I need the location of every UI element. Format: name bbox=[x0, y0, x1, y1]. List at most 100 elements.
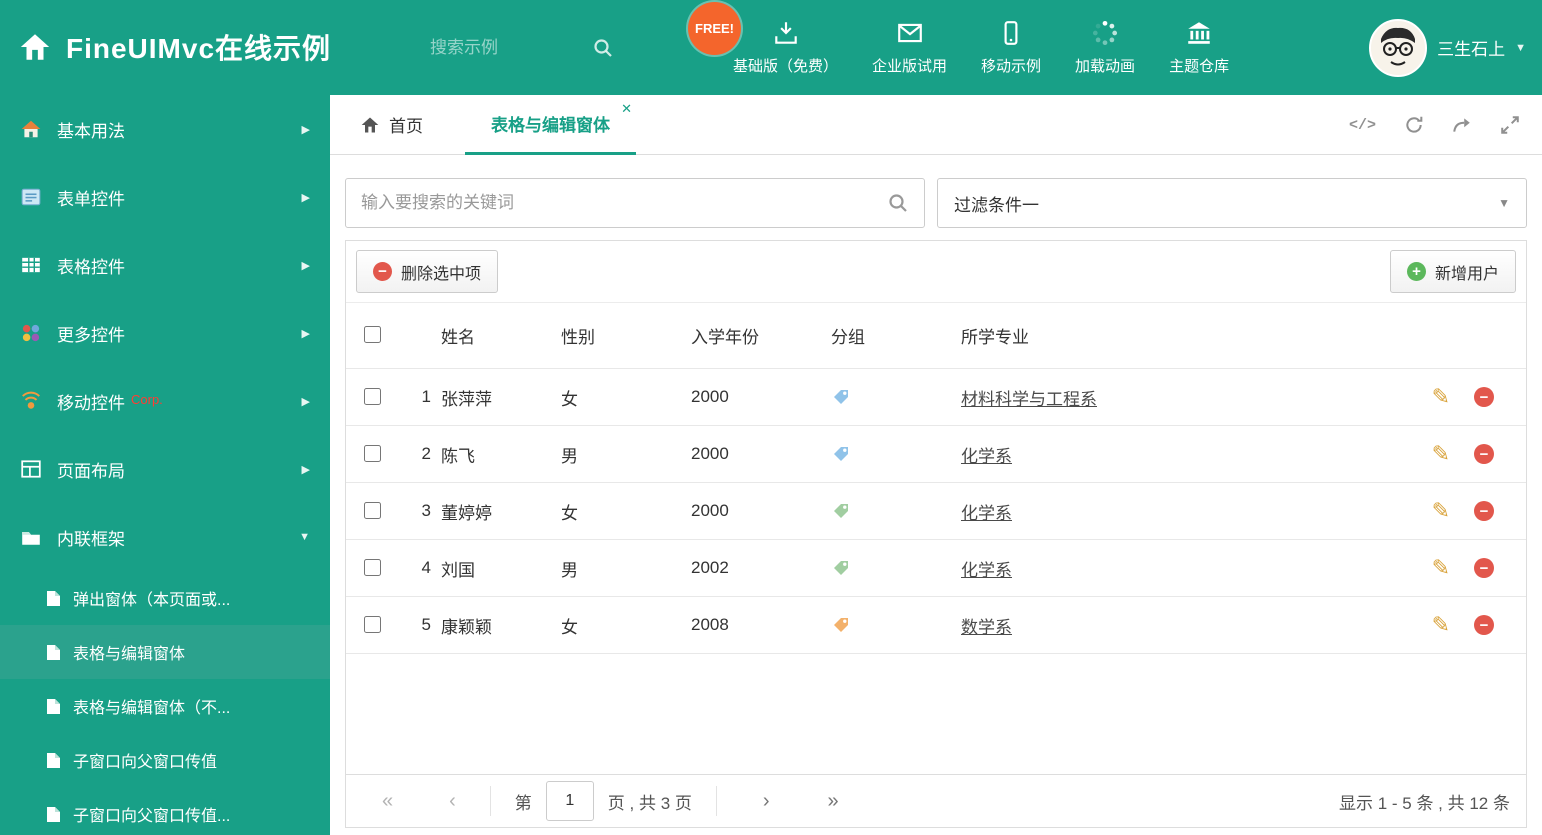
row-checkbox[interactable] bbox=[364, 444, 381, 462]
sidebar-item-more-controls[interactable]: 更多控件 ▶ bbox=[0, 299, 330, 367]
edit-pencil-icon[interactable]: ✎ bbox=[1432, 443, 1450, 465]
edit-pencil-icon[interactable]: ✎ bbox=[1432, 386, 1450, 408]
nav-item-theme-repo[interactable]: 主题仓库 bbox=[1152, 19, 1246, 76]
delete-row-icon[interactable]: − bbox=[1474, 387, 1494, 407]
delete-row-icon[interactable]: − bbox=[1474, 501, 1494, 521]
share-icon[interactable] bbox=[1452, 115, 1472, 135]
add-user-button[interactable]: + 新增用户 bbox=[1389, 250, 1516, 293]
delete-selected-button[interactable]: − 删除选中项 bbox=[356, 250, 499, 293]
select-all-checkbox[interactable] bbox=[364, 326, 381, 343]
tab-active-label: 表格与编辑窗体 bbox=[491, 115, 610, 135]
pager-divider bbox=[715, 786, 717, 816]
tag-icon bbox=[834, 561, 848, 575]
major-link[interactable]: 数学系 bbox=[961, 618, 1012, 637]
user-menu[interactable]: 三生石上 ▼ bbox=[1369, 0, 1526, 95]
row-name: 董婷婷 bbox=[441, 503, 492, 523]
keyword-search-input[interactable] bbox=[346, 193, 887, 213]
file-icon bbox=[47, 590, 60, 606]
sidebar-item-grid-controls[interactable]: 表格控件 ▶ bbox=[0, 231, 330, 299]
sidebar-subitem-child-to-parent-2[interactable]: 子窗口向父窗口传值... bbox=[0, 787, 330, 835]
code-icon[interactable]: </> bbox=[1349, 117, 1376, 134]
table-row: 2 陈飞 男 2000 化学系 ✎ − bbox=[346, 426, 1526, 483]
filter-dropdown[interactable]: 过滤条件一 ▼ bbox=[937, 178, 1527, 228]
tag-icon bbox=[834, 447, 848, 461]
last-page-button[interactable]: » bbox=[828, 791, 839, 811]
sidebar-item-mobile-controls[interactable]: 移动控件 Corp. ▶ bbox=[0, 367, 330, 435]
edit-pencil-icon[interactable]: ✎ bbox=[1432, 557, 1450, 579]
row-number: 4 bbox=[421, 558, 431, 577]
mobile-icon bbox=[1004, 21, 1018, 45]
nav-item-label: 移动示例 bbox=[981, 58, 1042, 75]
prev-page-button[interactable]: ‹ bbox=[449, 791, 456, 811]
delete-row-icon[interactable]: − bbox=[1474, 615, 1494, 635]
home-icon[interactable] bbox=[18, 30, 52, 64]
delete-selected-label: 删除选中项 bbox=[401, 265, 482, 283]
column-header-gender: 性别 bbox=[561, 328, 595, 347]
form-icon bbox=[21, 188, 41, 206]
nav-item-label: 基础版（免费） bbox=[733, 58, 839, 75]
chevron-right-icon: ▶ bbox=[301, 463, 310, 476]
sidebar-subitem-label: 表格与编辑窗体 bbox=[73, 646, 186, 663]
expand-icon[interactable] bbox=[1500, 115, 1520, 135]
refresh-icon[interactable] bbox=[1404, 115, 1424, 135]
sidebar-subitem-label: 表格与编辑窗体（不... bbox=[73, 700, 231, 717]
sidebar-subitem-popup-window[interactable]: 弹出窗体（本页面或... bbox=[0, 571, 330, 625]
grid-panel: − 删除选中项 + 新增用户 姓名 性别 入学年份 分组 所学专业 1 张萍萍 … bbox=[345, 240, 1527, 828]
caret-down-icon: ▼ bbox=[1515, 41, 1526, 54]
first-page-button[interactable]: « bbox=[382, 791, 393, 811]
app-title: FineUIMvc在线示例 bbox=[66, 33, 332, 64]
spinner-icon bbox=[1092, 20, 1118, 46]
header-search-input[interactable] bbox=[428, 36, 578, 59]
file-icon bbox=[47, 806, 60, 822]
sidebar-item-basic-usage[interactable]: 基本用法 ▶ bbox=[0, 95, 330, 163]
tag-icon bbox=[834, 618, 848, 632]
row-name: 陈飞 bbox=[441, 446, 475, 466]
sidebar-subitem-label: 子窗口向父窗口传值 bbox=[73, 754, 218, 771]
row-number: 1 bbox=[421, 387, 431, 406]
delete-row-icon[interactable]: − bbox=[1474, 558, 1494, 578]
table-row: 1 张萍萍 女 2000 材料科学与工程系 ✎ − bbox=[346, 369, 1526, 426]
close-icon[interactable]: ✕ bbox=[621, 101, 632, 117]
tab-actions: </> bbox=[1349, 95, 1520, 155]
major-link[interactable]: 化学系 bbox=[961, 561, 1012, 580]
next-page-button[interactable]: › bbox=[763, 791, 770, 811]
nav-item-label: 企业版试用 bbox=[872, 58, 948, 75]
free-badge: FREE! bbox=[688, 2, 741, 55]
nav-item-mobile-demo[interactable]: 移动示例 bbox=[964, 19, 1058, 76]
tab-bar: 首页 表格与编辑窗体 ✕ </> bbox=[330, 95, 1542, 155]
sidebar-subitem-grid-edit-window[interactable]: 表格与编辑窗体 bbox=[0, 625, 330, 679]
row-year: 2000 bbox=[691, 387, 729, 406]
row-name: 康颖颖 bbox=[441, 617, 492, 637]
download-icon bbox=[774, 22, 797, 44]
sidebar-item-label: 表单控件 bbox=[57, 189, 125, 209]
folder-icon bbox=[22, 532, 40, 545]
table-empty-space bbox=[346, 654, 1526, 774]
row-checkbox[interactable] bbox=[364, 558, 381, 576]
row-checkbox[interactable] bbox=[364, 615, 381, 633]
search-icon[interactable] bbox=[887, 192, 909, 214]
major-link[interactable]: 化学系 bbox=[961, 447, 1012, 466]
row-checkbox[interactable] bbox=[364, 387, 381, 405]
sidebar-item-inline-frame[interactable]: 内联框架 ▼ bbox=[0, 503, 330, 571]
nav-item-loading-animation[interactable]: 加载动画 bbox=[1058, 19, 1152, 76]
major-link[interactable]: 材料科学与工程系 bbox=[961, 390, 1097, 409]
edit-pencil-icon[interactable]: ✎ bbox=[1432, 500, 1450, 522]
chevron-right-icon: ▶ bbox=[301, 395, 310, 408]
nav-item-enterprise-trial[interactable]: 企业版试用 bbox=[855, 19, 964, 76]
search-icon[interactable] bbox=[592, 37, 614, 59]
pagination-summary: 显示 1 - 5 条 , 共 12 条 bbox=[1339, 793, 1510, 813]
major-link[interactable]: 化学系 bbox=[961, 504, 1012, 523]
file-icon bbox=[47, 644, 60, 660]
layout-icon bbox=[21, 460, 41, 478]
sidebar-item-page-layout[interactable]: 页面布局 ▶ bbox=[0, 435, 330, 503]
tab-home[interactable]: 首页 bbox=[360, 112, 423, 137]
edit-pencil-icon[interactable]: ✎ bbox=[1432, 614, 1450, 636]
sidebar-subitem-label: 弹出窗体（本页面或... bbox=[73, 592, 231, 609]
sidebar-subitem-grid-edit-window-2[interactable]: 表格与编辑窗体（不... bbox=[0, 679, 330, 733]
tab-grid-edit-window[interactable]: 表格与编辑窗体 ✕ bbox=[465, 95, 636, 155]
delete-row-icon[interactable]: − bbox=[1474, 444, 1494, 464]
page-number-input[interactable] bbox=[545, 781, 594, 821]
sidebar-subitem-child-to-parent[interactable]: 子窗口向父窗口传值 bbox=[0, 733, 330, 787]
sidebar-item-form-controls[interactable]: 表单控件 ▶ bbox=[0, 163, 330, 231]
row-checkbox[interactable] bbox=[364, 501, 381, 519]
